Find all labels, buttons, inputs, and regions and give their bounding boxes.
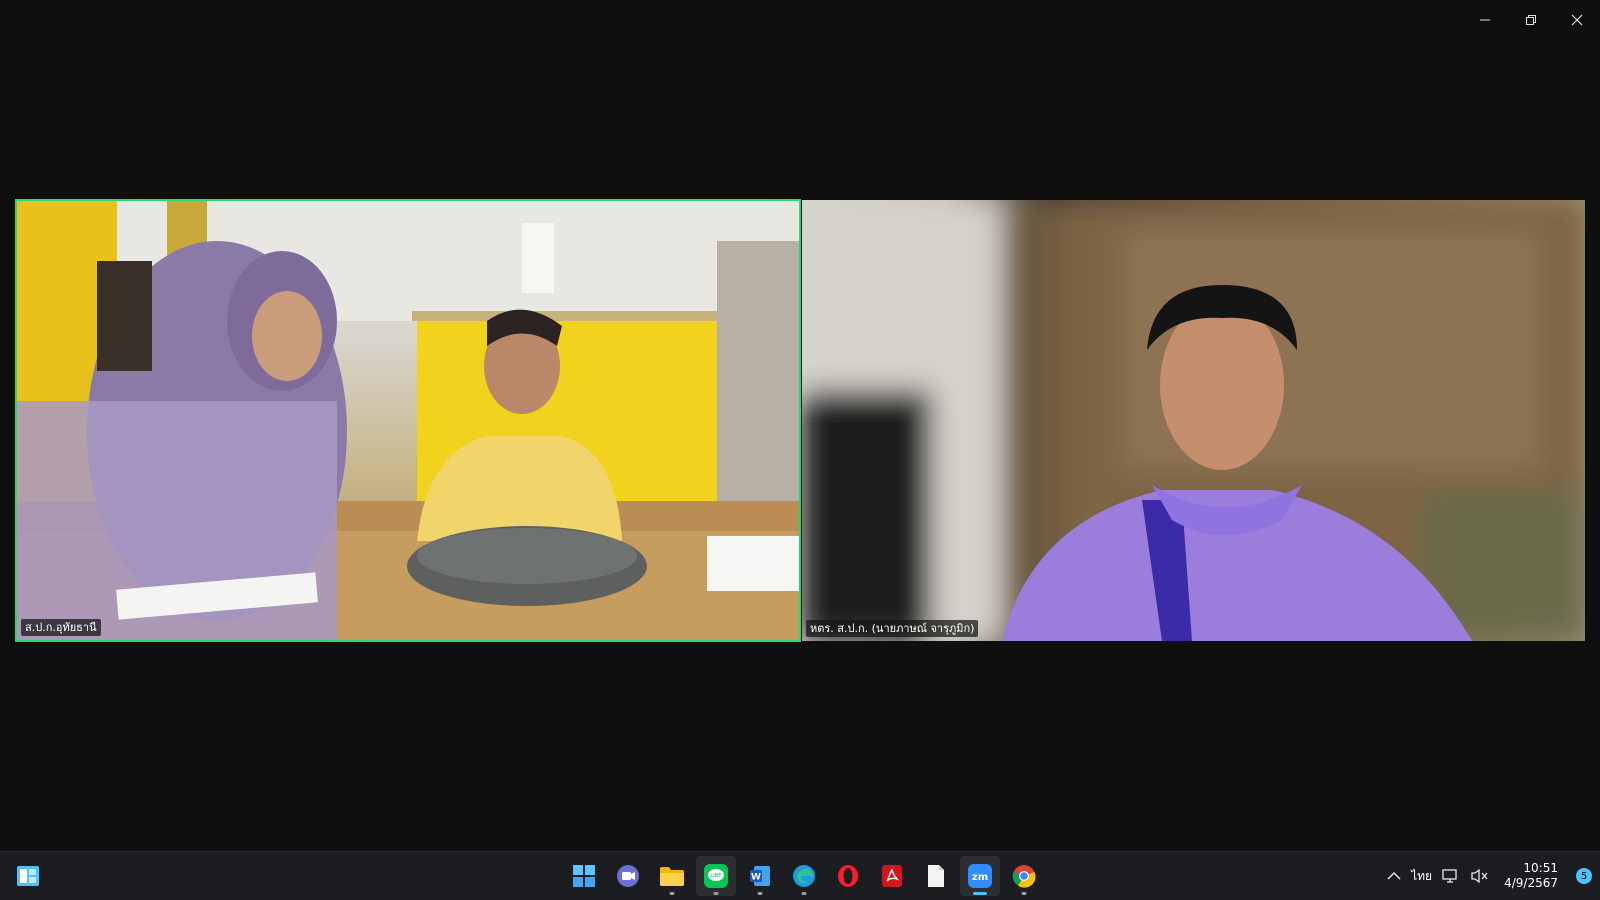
restore-icon — [1526, 15, 1536, 25]
minimize-icon — [1480, 19, 1490, 21]
file-explorer-button[interactable] — [652, 856, 692, 896]
acrobat-icon — [882, 865, 902, 887]
video-tile-participant-2[interactable]: หตร. ส.ป.ก. (นายภาษณ์ จารุภูมิก) — [802, 200, 1585, 641]
running-indicator — [757, 892, 763, 895]
close-icon — [1571, 14, 1583, 26]
restore-button[interactable] — [1508, 0, 1554, 40]
chrome-icon — [1012, 865, 1036, 888]
close-button[interactable] — [1554, 0, 1600, 40]
video-tile-participant-1[interactable]: ส.ป.ก.อุทัยธานี — [15, 199, 801, 642]
zoom-button[interactable]: zm — [960, 856, 1000, 896]
video-feed-1 — [17, 201, 799, 640]
taskbar: LINE W zm ไทย 10:51 4/9/2567 5 — [0, 851, 1600, 900]
participant-name-tag: ส.ป.ก.อุทัยธานี — [21, 619, 101, 636]
windows-start-icon — [573, 865, 595, 887]
chevron-up-icon — [1387, 871, 1401, 880]
line-button[interactable]: LINE — [696, 856, 736, 896]
opera-icon — [838, 865, 858, 887]
volume-button[interactable] — [1470, 868, 1488, 884]
folder-icon — [660, 867, 684, 886]
svg-text:LINE: LINE — [710, 873, 721, 879]
running-indicator — [801, 892, 807, 895]
running-indicator — [973, 892, 987, 895]
running-indicator — [713, 892, 719, 895]
video-feed-2 — [802, 200, 1585, 641]
chrome-button[interactable] — [1004, 856, 1044, 896]
zoom-icon: zm — [968, 864, 992, 888]
edge-icon — [793, 865, 815, 887]
minimize-button[interactable] — [1462, 0, 1508, 40]
language-label: ไทย — [1411, 868, 1433, 883]
file-icon — [928, 865, 944, 887]
volume-muted-icon — [1471, 868, 1488, 884]
teams-chat-button[interactable] — [608, 856, 648, 896]
network-icon — [1442, 869, 1457, 883]
running-indicator — [669, 892, 675, 895]
running-indicator — [1021, 892, 1027, 895]
word-icon: W — [750, 866, 770, 886]
opera-button[interactable] — [828, 856, 868, 896]
window-controls — [1462, 0, 1600, 40]
taskbar-apps: LINE W zm — [564, 856, 1044, 896]
edge-button[interactable] — [784, 856, 824, 896]
teams-chat-icon — [617, 865, 639, 887]
widgets-button[interactable] — [12, 860, 44, 892]
acrobat-button[interactable] — [872, 856, 912, 896]
start-button[interactable] — [564, 856, 604, 896]
notification-badge[interactable]: 5 — [1576, 868, 1592, 884]
time-label: 10:51 — [1523, 861, 1558, 875]
svg-text:W: W — [751, 873, 761, 883]
language-indicator[interactable]: ไทย — [1411, 867, 1432, 886]
line-icon: LINE — [704, 864, 728, 888]
widgets-icon — [17, 866, 39, 886]
show-hidden-icons-button[interactable] — [1387, 871, 1401, 881]
network-button[interactable] — [1442, 868, 1460, 884]
notepad-button[interactable] — [916, 856, 956, 896]
word-button[interactable]: W — [740, 856, 780, 896]
clock-button[interactable]: 10:51 4/9/2567 — [1504, 861, 1558, 891]
participant-name-tag: หตร. ส.ป.ก. (นายภาษณ์ จารุภูมิก) — [806, 620, 979, 637]
svg-text:zm: zm — [972, 872, 988, 883]
system-tray: ไทย 10:51 4/9/2567 5 — [1387, 852, 1592, 900]
date-label: 4/9/2567 — [1504, 876, 1558, 890]
